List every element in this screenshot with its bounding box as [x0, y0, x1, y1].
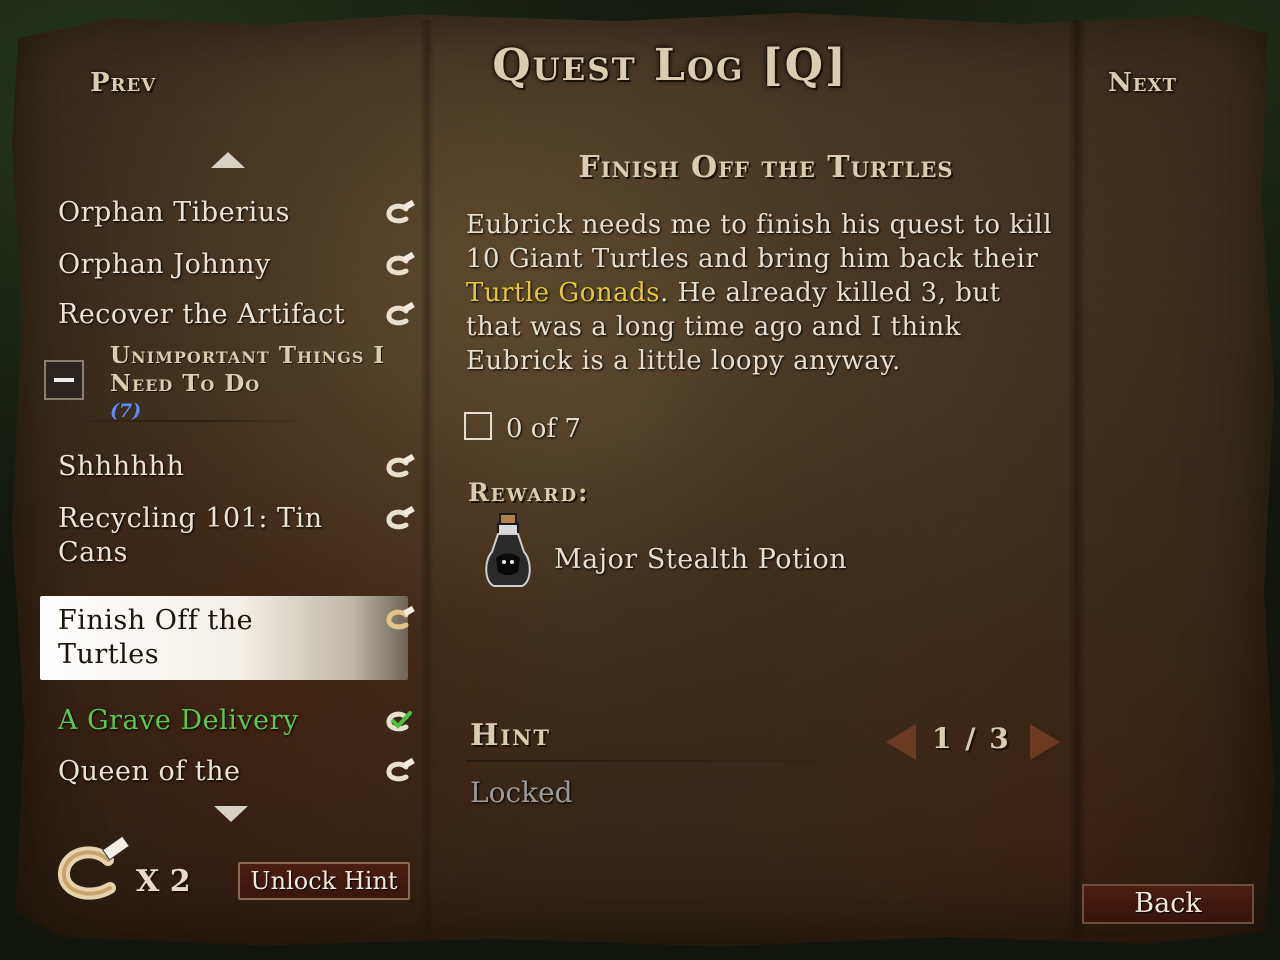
quest-item-label: Orphan Tiberius: [58, 197, 290, 228]
quest-item-selected[interactable]: Finish Off the Turtles: [40, 596, 408, 680]
quest-item-label: Shhhhhh: [58, 451, 185, 482]
quest-item-label: Finish Off the Turtles: [58, 605, 254, 670]
hint-coin-icon: [386, 506, 415, 530]
hint-divider: [466, 760, 896, 762]
panel-divider-right: [1068, 20, 1086, 940]
quest-title: Finish Off the Turtles: [578, 150, 954, 185]
hint-prev-arrow-icon[interactable]: [886, 724, 916, 760]
next-button[interactable]: Next: [1108, 68, 1177, 98]
quest-item-completed[interactable]: A Grave Delivery: [58, 704, 408, 738]
quest-item[interactable]: Orphan Tiberius: [58, 196, 408, 230]
back-button[interactable]: Back: [1082, 884, 1254, 924]
scroll-down-arrow-icon[interactable]: [214, 806, 248, 822]
objective-checkbox: [464, 412, 492, 440]
quest-item[interactable]: Recycling 101: Tin Cans: [58, 502, 358, 570]
page-title: Quest Log [Q]: [492, 40, 848, 91]
quest-item[interactable]: Orphan Johnny: [58, 248, 408, 282]
description-text: Eubrick needs me to finish his quest to …: [466, 210, 1053, 274]
hint-page-indicator: 1 / 3: [932, 722, 1011, 755]
prev-button[interactable]: Prev: [90, 68, 156, 98]
quest-group-header[interactable]: Unimportant Things I Need To Do (7): [44, 342, 414, 422]
quest-item[interactable]: Shhhhhh: [58, 450, 408, 484]
reward-item-name: Major Stealth Potion: [554, 544, 848, 575]
quest-description: Eubrick needs me to finish his quest to …: [466, 208, 1056, 378]
hint-status: Locked: [470, 776, 573, 809]
reward-heading: Reward:: [468, 478, 590, 507]
hint-coin-icon: [386, 200, 415, 224]
potion-icon[interactable]: [478, 512, 538, 592]
hint-coin-icon: [386, 606, 415, 630]
group-divider: [62, 420, 312, 422]
quest-item-label: Recycling 101: Tin Cans: [58, 503, 323, 568]
quest-item-label: Recover the Artifact: [58, 299, 346, 330]
minus-icon[interactable]: [44, 360, 84, 400]
hint-token-icon: [58, 836, 130, 900]
quest-item-label: Orphan Johnny: [58, 249, 271, 280]
quest-item-label: Queen of the: [58, 756, 241, 787]
unlock-hint-button[interactable]: Unlock Hint: [238, 862, 410, 900]
quest-item[interactable]: Queen of the: [58, 755, 408, 789]
quest-item-label: A Grave Delivery: [58, 705, 299, 736]
hint-coin-icon: [386, 302, 415, 326]
check-icon: [386, 711, 412, 732]
quest-group-label: Unimportant Things I Need To Do: [110, 342, 386, 397]
objective-progress: 0 of 7: [506, 414, 581, 444]
hint-coin-icon: [386, 758, 415, 782]
description-highlight: Turtle Gonads: [466, 278, 661, 308]
hint-heading: Hint: [470, 718, 551, 753]
panel-divider: [420, 20, 434, 940]
hint-token-count: X 2: [136, 864, 191, 899]
hint-coin-icon: [386, 252, 415, 276]
hint-coin-icon: [386, 454, 415, 478]
hint-next-arrow-icon[interactable]: [1030, 724, 1060, 760]
quest-group-count: (7): [110, 400, 142, 422]
scroll-up-arrow-icon[interactable]: [211, 152, 245, 168]
quest-item[interactable]: Recover the Artifact: [58, 298, 408, 332]
